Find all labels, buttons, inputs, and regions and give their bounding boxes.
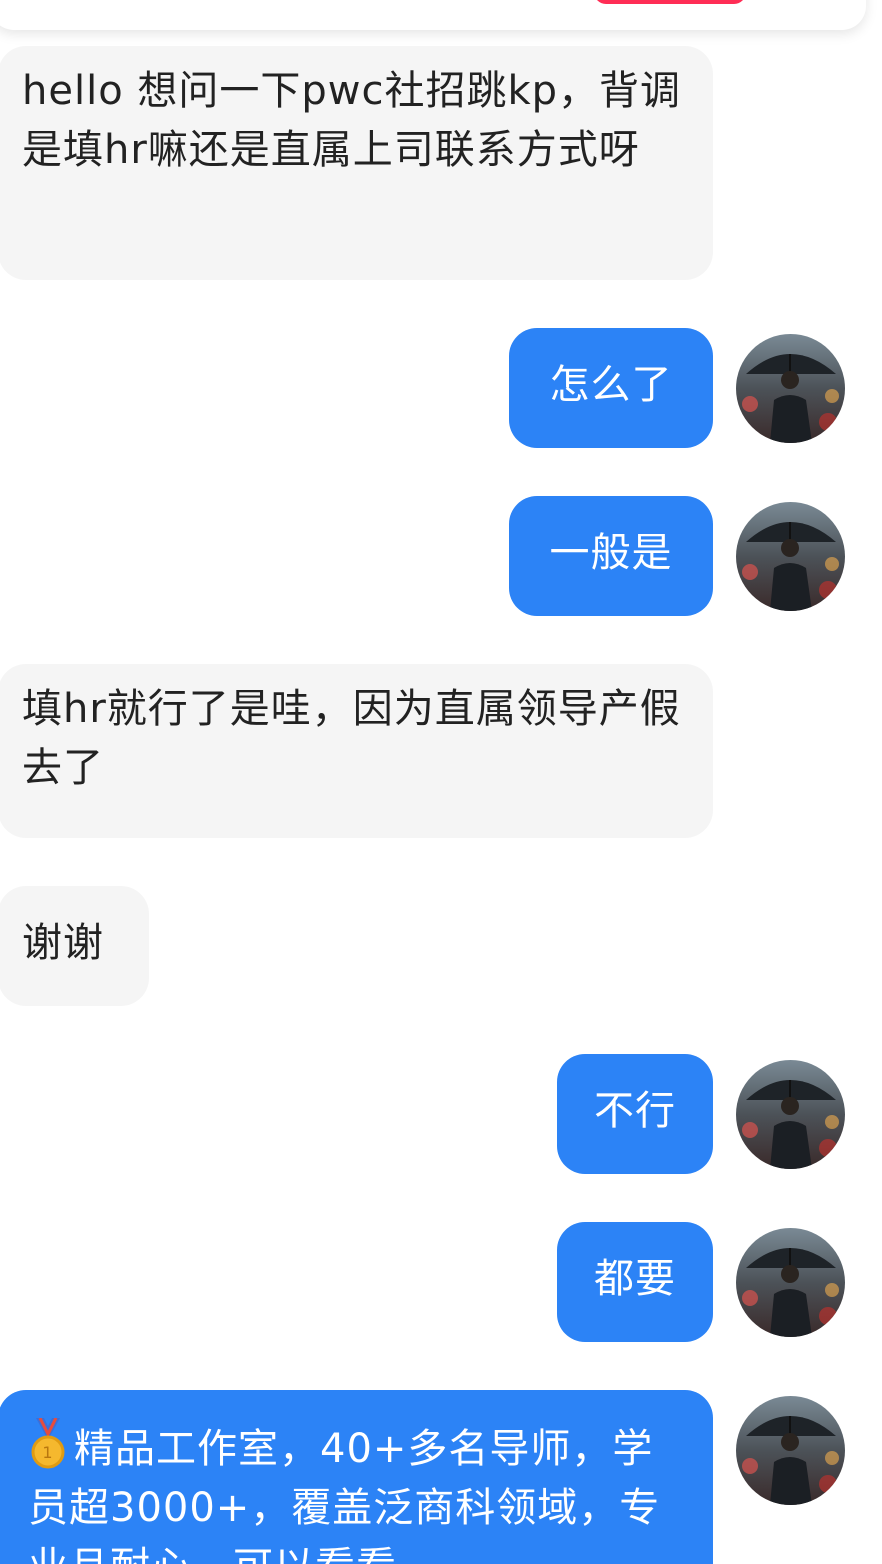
message-bubble-outgoing[interactable]: 都要 (557, 1222, 713, 1342)
avatar[interactable] (736, 1060, 845, 1169)
chat-screen: hello 想问一下pwc社招跳kp，背调是填hr嘛还是直属上司联系方式呀 怎么… (0, 0, 882, 1564)
top-action-button[interactable] (594, 0, 746, 4)
gold-medal-icon: 1 (28, 1417, 68, 1470)
avatar-image (736, 1228, 845, 1337)
avatar-image (736, 502, 845, 611)
avatar[interactable] (736, 1396, 845, 1505)
message-text: 一般是 (549, 530, 673, 576)
svg-text:1: 1 (42, 1443, 53, 1462)
message-bubble-incoming[interactable]: 填hr就行了是哇，因为直属领导产假去了 (0, 664, 713, 838)
message-text: 精品工作室，40+多名导师，学员超3000+，覆盖泛商科领域，专业且耐心，可以看… (28, 1426, 661, 1564)
top-header-card (0, 0, 866, 30)
message-bubble-outgoing[interactable]: 怎么了 (509, 328, 713, 448)
message-text: 谢谢 (22, 920, 104, 966)
message-text: hello 想问一下pwc社招跳kp，背调是填hr嘛还是直属上司联系方式呀 (22, 68, 682, 173)
message-text: 怎么了 (549, 362, 673, 408)
message-bubble-incoming[interactable]: hello 想问一下pwc社招跳kp，背调是填hr嘛还是直属上司联系方式呀 (0, 46, 713, 280)
avatar[interactable] (736, 334, 845, 443)
message-bubble-outgoing[interactable]: 1 精品工作室，40+多名导师，学员超3000+，覆盖泛商科领域，专业且耐心，可… (0, 1390, 713, 1564)
message-bubble-incoming[interactable]: 谢谢 (0, 886, 149, 1006)
avatar-image (736, 334, 845, 443)
message-bubble-outgoing[interactable]: 一般是 (509, 496, 713, 616)
message-text: 不行 (594, 1088, 676, 1134)
message-text: 填hr就行了是哇，因为直属领导产假去了 (22, 686, 681, 791)
message-text: 都要 (594, 1256, 676, 1302)
avatar-image (736, 1060, 845, 1169)
avatar-image (736, 1396, 845, 1505)
avatar[interactable] (736, 502, 845, 611)
message-bubble-outgoing[interactable]: 不行 (557, 1054, 713, 1174)
avatar[interactable] (736, 1228, 845, 1337)
